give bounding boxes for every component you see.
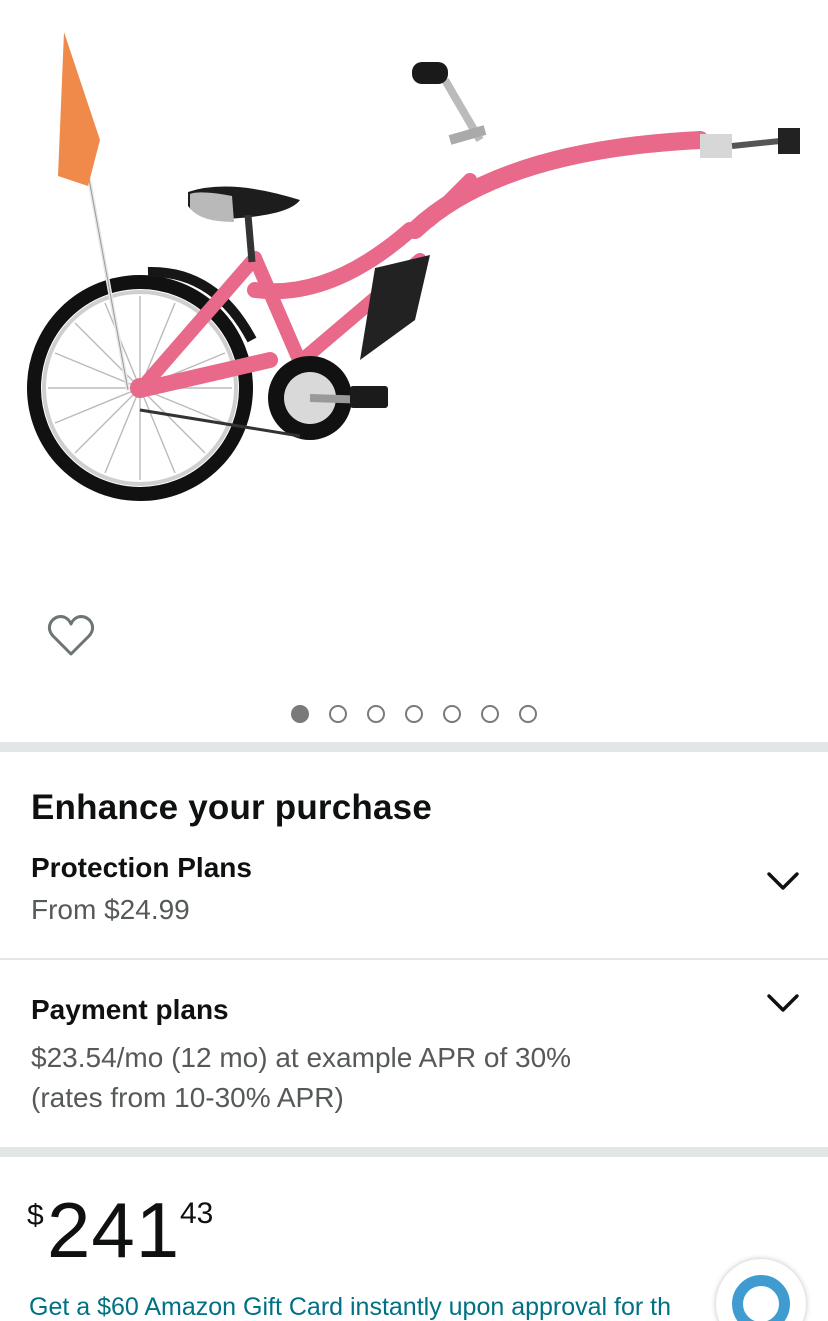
pagination-dot-1[interactable] (291, 705, 309, 723)
chevron-down-icon[interactable] (766, 870, 800, 892)
handlebar (412, 62, 487, 145)
enhance-title: Enhance your purchase (31, 788, 432, 827)
gift-card-promo-link[interactable]: Get a $60 Amazon Gift Card instantly upo… (29, 1293, 719, 1321)
price-fraction: 43 (180, 1197, 214, 1230)
image-gallery[interactable] (0, 0, 828, 742)
flag (58, 32, 100, 186)
payment-plans-monthly: $23.54/mo (12 mo) at example APR of 30% (31, 1042, 572, 1073)
chevron-down-icon[interactable] (766, 992, 800, 1014)
payment-plans-section[interactable]: Payment plans $23.54/mo (12 mo) at examp… (0, 960, 828, 1147)
pagination-dot-3[interactable] (367, 705, 385, 723)
chain-guard (360, 255, 430, 360)
payment-plans-title: Payment plans (31, 994, 229, 1025)
image-pagination[interactable] (0, 702, 828, 726)
section-divider (0, 742, 828, 752)
price-currency-symbol: $ (27, 1199, 44, 1232)
price-section: $ 241 43 Get a $60 Amazon Gift Card inst… (0, 1157, 828, 1321)
protection-plans-title: Protection Plans (31, 852, 252, 883)
hitch (700, 128, 800, 158)
wishlist-button[interactable] (44, 608, 98, 662)
protection-plans-section[interactable]: Enhance your purchase Protection Plans F… (0, 752, 828, 958)
product-detail-page: Enhance your purchase Protection Plans F… (0, 0, 828, 1321)
pagination-dot-6[interactable] (481, 705, 499, 723)
protection-plans-price: From $24.99 (31, 894, 190, 925)
product-image[interactable] (0, 0, 828, 560)
alexa-ring-icon (732, 1275, 790, 1321)
alexa-button[interactable] (716, 1259, 806, 1321)
heart-outline-icon (47, 615, 95, 656)
pagination-dot-5[interactable] (443, 705, 461, 723)
pagination-dot-4[interactable] (405, 705, 423, 723)
section-divider (0, 1147, 828, 1157)
price-whole: 241 (47, 1186, 181, 1274)
pagination-dot-2[interactable] (329, 705, 347, 723)
payment-plans-rates: (rates from 10-30% APR) (31, 1082, 344, 1113)
pagination-dot-7[interactable] (519, 705, 537, 723)
